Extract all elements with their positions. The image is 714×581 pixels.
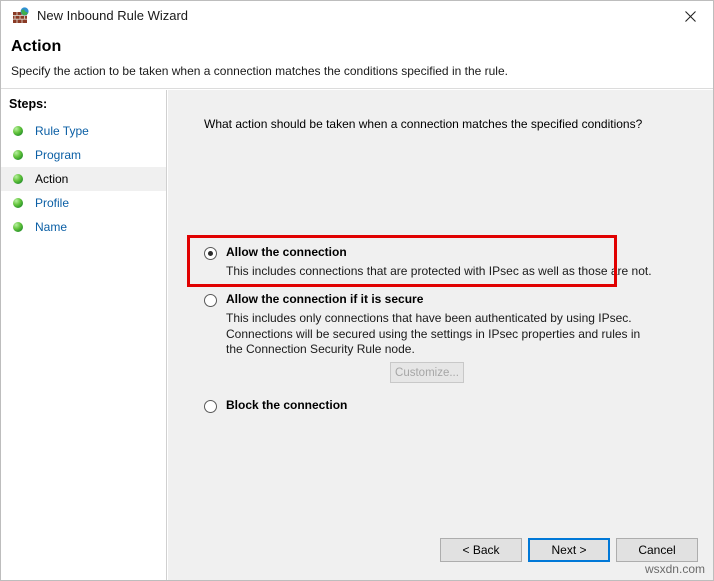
next-button[interactable]: Next > [528,538,610,562]
question-text: What action should be taken when a conne… [204,117,643,131]
green-bullet-icon [13,174,23,184]
wizard-header: Action Specify the action to be taken wh… [1,31,713,89]
radio-allow-if-secure[interactable] [204,294,217,307]
green-bullet-icon [13,222,23,232]
sidebar-item-label: Action [35,172,69,186]
radio-allow-the-connection[interactable] [204,247,217,260]
sidebar-item-label: Name [35,220,68,234]
option-allow-if-secure[interactable]: Allow the connection if it is secure Thi… [204,292,654,358]
option-header[interactable]: Block the connection [204,398,654,415]
sidebar-item-label: Program [35,148,82,162]
option-block-the-connection[interactable]: Block the connection [204,398,654,415]
window-title: New Inbound Rule Wizard [37,8,189,23]
option-description: This includes connections that are prote… [226,264,652,278]
option-description: This includes only connections that have… [226,311,641,356]
steps-heading: Steps: [9,97,48,111]
option-allow-the-connection[interactable]: Allow the connection This includes conne… [204,245,654,280]
steps-sidebar: Steps: Rule Type Program Action Profile … [1,90,167,580]
sidebar-item-rule-type[interactable]: Rule Type [1,119,166,143]
green-bullet-icon [13,198,23,208]
sidebar-item-label: Rule Type [35,124,89,138]
title-bar: New Inbound Rule Wizard [1,1,713,31]
customize-button: Customize... [390,362,464,383]
green-bullet-icon [13,126,23,136]
watermark: wsxdn.com [644,562,705,576]
page-subtitle: Specify the action to be taken when a co… [11,64,508,78]
sidebar-item-program[interactable]: Program [1,143,166,167]
page-title: Action [11,38,62,55]
sidebar-item-name[interactable]: Name [1,215,166,239]
sidebar-item-label: Profile [35,196,70,210]
radio-block-the-connection[interactable] [204,400,217,413]
cancel-button[interactable]: Cancel [616,538,698,562]
sidebar-item-action[interactable]: Action [1,167,166,191]
option-title: Allow the connection if it is secure [226,292,424,306]
close-icon[interactable] [667,1,713,31]
green-bullet-icon [13,150,23,160]
option-title: Allow the connection [226,245,347,259]
sidebar-item-profile[interactable]: Profile [1,191,166,215]
back-button[interactable]: < Back [440,538,522,562]
firewall-globe-icon [12,7,30,25]
wizard-content: What action should be taken when a conne… [168,90,713,580]
steps-list: Rule Type Program Action Profile Name [1,119,166,239]
new-inbound-rule-wizard-window: New Inbound Rule Wizard Action Specify t… [0,0,714,581]
option-title: Block the connection [226,398,348,412]
option-header[interactable]: Allow the connection [204,245,654,262]
option-header[interactable]: Allow the connection if it is secure [204,292,654,309]
